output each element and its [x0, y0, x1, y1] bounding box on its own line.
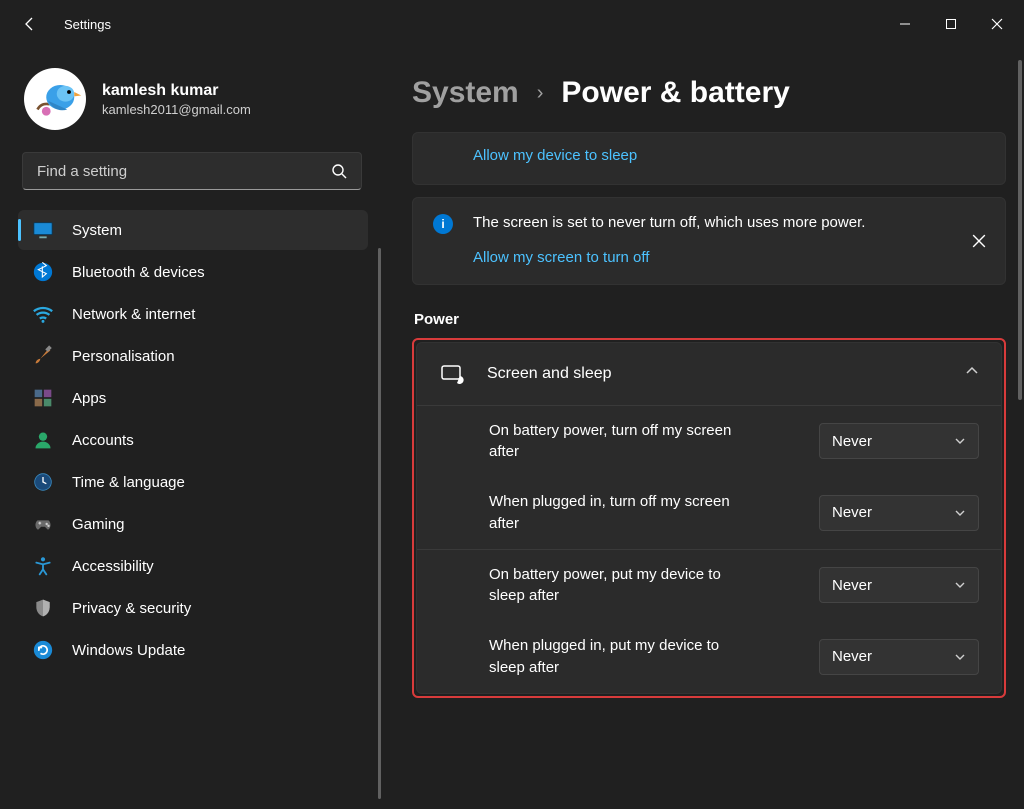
banner-screen-text: The screen is set to never turn off, whi…: [473, 212, 893, 235]
sidebar-item-label: Accessibility: [72, 558, 154, 575]
info-icon: i: [433, 214, 453, 234]
app-title: Settings: [64, 17, 111, 32]
dropdown-plugged-sleep[interactable]: Never: [819, 639, 979, 675]
titlebar-left: Settings: [20, 14, 111, 34]
back-button[interactable]: [20, 14, 40, 34]
monitor-icon: [32, 219, 54, 241]
maximize-button[interactable]: [928, 8, 974, 40]
wifi-icon: [32, 303, 54, 325]
dropdown-battery-sleep[interactable]: Never: [819, 567, 979, 603]
sidebar-item-network[interactable]: Network & internet: [18, 294, 368, 334]
profile-name: kamlesh kumar: [102, 82, 251, 100]
row-label: On battery power, put my device to sleep…: [489, 564, 749, 608]
chevron-right-icon: ›: [537, 82, 544, 105]
dropdown-value: Never: [832, 504, 872, 521]
breadcrumb-current: Power & battery: [561, 76, 789, 110]
dropdown-plugged-screen-off[interactable]: Never: [819, 495, 979, 531]
nav: System Bluetooth & devices Network & int…: [18, 210, 368, 670]
sidebar-item-label: Personalisation: [72, 348, 175, 365]
dropdown-battery-screen-off[interactable]: Never: [819, 423, 979, 459]
avatar: [24, 68, 86, 130]
apps-icon: [32, 387, 54, 409]
row-label: When plugged in, put my device to sleep …: [489, 635, 749, 679]
sidebar-item-personalisation[interactable]: Personalisation: [18, 336, 368, 376]
screen-sleep-icon: [439, 361, 465, 387]
chevron-down-icon: [954, 651, 966, 663]
gamepad-icon: [32, 513, 54, 535]
breadcrumb-root[interactable]: System: [412, 76, 519, 110]
row-label: When plugged in, turn off my screen afte…: [489, 491, 749, 535]
sidebar-item-system[interactable]: System: [18, 210, 368, 250]
section-power-title: Power: [414, 311, 1006, 328]
sidebar-item-label: Windows Update: [72, 642, 185, 659]
sidebar-item-update[interactable]: Windows Update: [18, 630, 368, 670]
main-content: System › Power & battery Allow my device…: [378, 48, 1024, 809]
banner-screen: i The screen is set to never turn off, w…: [412, 197, 1006, 285]
sidebar-item-label: Network & internet: [72, 306, 195, 323]
sidebar: kamlesh kumar kamlesh2011@gmail.com Find…: [0, 48, 378, 809]
sidebar-item-apps[interactable]: Apps: [18, 378, 368, 418]
update-icon: [32, 639, 54, 661]
breadcrumb: System › Power & battery: [412, 76, 1006, 110]
sidebar-item-accessibility[interactable]: Accessibility: [18, 546, 368, 586]
close-button[interactable]: [974, 8, 1020, 40]
screen-and-sleep-header[interactable]: Screen and sleep: [417, 343, 1001, 405]
dropdown-value: Never: [832, 433, 872, 450]
profile-email: kamlesh2011@gmail.com: [102, 102, 251, 117]
dropdown-value: Never: [832, 648, 872, 665]
bluetooth-icon: [32, 261, 54, 283]
content-scrollbar[interactable]: [1018, 60, 1022, 400]
sidebar-item-label: Apps: [72, 390, 106, 407]
row-plugged-screen-off: When plugged in, turn off my screen afte…: [417, 477, 1001, 549]
titlebar: Settings: [0, 0, 1024, 48]
chevron-down-icon: [954, 579, 966, 591]
sidebar-item-bluetooth[interactable]: Bluetooth & devices: [18, 252, 368, 292]
search-placeholder: Find a setting: [37, 163, 127, 180]
window-controls: [882, 8, 1020, 40]
row-battery-screen-off: On battery power, turn off my screen aft…: [417, 405, 1001, 478]
minimize-button[interactable]: [882, 8, 928, 40]
profile-text: kamlesh kumar kamlesh2011@gmail.com: [102, 82, 251, 117]
clock-icon: [32, 471, 54, 493]
banner-close-button[interactable]: [969, 231, 989, 251]
profile-block[interactable]: kamlesh kumar kamlesh2011@gmail.com: [18, 68, 368, 130]
row-battery-sleep: On battery power, put my device to sleep…: [417, 549, 1001, 622]
row-plugged-sleep: When plugged in, put my device to sleep …: [417, 621, 1001, 693]
allow-screen-off-link[interactable]: Allow my screen to turn off: [473, 249, 987, 266]
chevron-down-icon: [954, 507, 966, 519]
brush-icon: [32, 345, 54, 367]
person-icon: [32, 429, 54, 451]
sidebar-item-privacy[interactable]: Privacy & security: [18, 588, 368, 628]
sidebar-item-accounts[interactable]: Accounts: [18, 420, 368, 460]
screen-and-sleep-group: Screen and sleep On battery power, turn …: [416, 342, 1002, 694]
sidebar-item-time-language[interactable]: Time & language: [18, 462, 368, 502]
sidebar-item-label: Bluetooth & devices: [72, 264, 205, 281]
screen-and-sleep-title: Screen and sleep: [487, 365, 943, 383]
sidebar-item-label: System: [72, 222, 122, 239]
chevron-down-icon: [954, 435, 966, 447]
chevron-up-icon: [965, 364, 979, 383]
banner-sleep: Allow my device to sleep: [412, 132, 1006, 185]
shield-icon: [32, 597, 54, 619]
search-icon: [331, 163, 347, 179]
sidebar-item-label: Gaming: [72, 516, 125, 533]
dropdown-value: Never: [832, 577, 872, 594]
accessibility-icon: [32, 555, 54, 577]
sidebar-item-label: Time & language: [72, 474, 185, 491]
sidebar-item-label: Privacy & security: [72, 600, 191, 617]
highlight-box: Screen and sleep On battery power, turn …: [412, 338, 1006, 698]
sidebar-item-gaming[interactable]: Gaming: [18, 504, 368, 544]
allow-sleep-link[interactable]: Allow my device to sleep: [473, 147, 987, 164]
row-label: On battery power, turn off my screen aft…: [489, 420, 749, 464]
sidebar-item-label: Accounts: [72, 432, 134, 449]
search-input[interactable]: Find a setting: [22, 152, 362, 190]
